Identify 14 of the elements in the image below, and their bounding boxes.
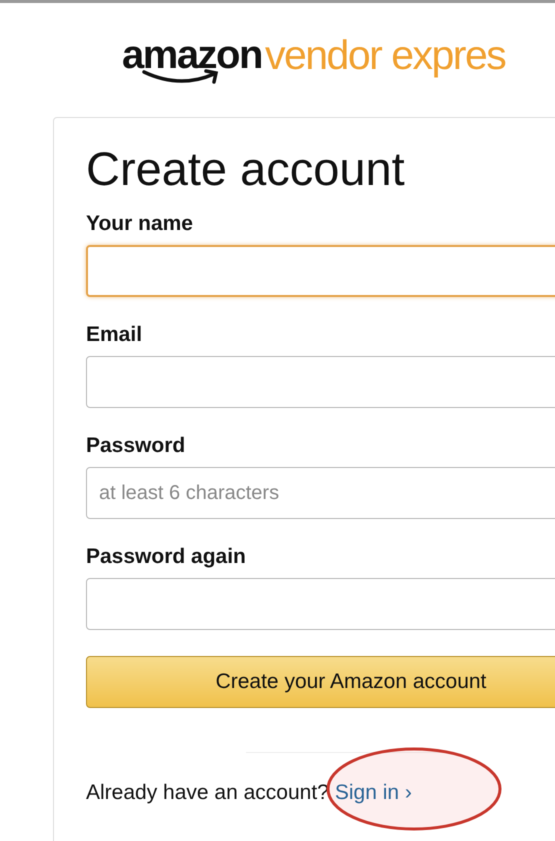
field-label: Password — [86, 434, 186, 458]
input-field[interactable] — [86, 356, 555, 408]
product-wordmark: vendor expres — [264, 33, 506, 77]
input-field[interactable]: at least 6 characters — [86, 467, 555, 519]
field-label: Your name — [86, 212, 194, 236]
account-prompt: Already have an account? — [86, 781, 329, 804]
field-label: Password again — [86, 545, 247, 569]
sign-in-link[interactable]: Sign in › — [334, 781, 412, 804]
brand-wordmark: amazon — [122, 33, 262, 77]
input-field[interactable] — [86, 578, 555, 630]
create-account-button[interactable]: Create your Amazon account — [86, 656, 555, 708]
form-title: Create account — [86, 141, 406, 197]
input-field[interactable] — [86, 245, 555, 297]
field-label: Email — [86, 323, 144, 347]
